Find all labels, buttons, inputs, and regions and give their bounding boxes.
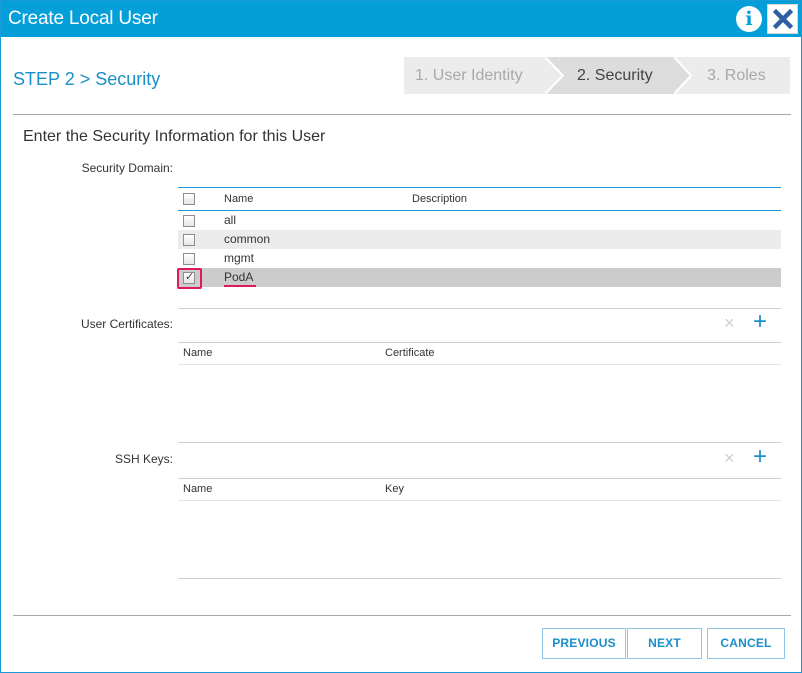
user-certificates-table-header: Name Certificate <box>178 342 781 365</box>
dialog-titlebar: Create Local User i <box>1 1 801 37</box>
dialog-title: Create Local User <box>8 8 158 29</box>
delete-certificate-icon[interactable]: × <box>724 313 735 334</box>
previous-button[interactable]: PREVIOUS <box>542 628 626 659</box>
wizard-steps: 1. User Identity 3. Roles 2. Security <box>404 57 790 94</box>
wizard-chevron-1 <box>545 57 565 94</box>
highlight-box <box>177 268 202 289</box>
section-heading: Enter the Security Information for this … <box>23 128 326 145</box>
wizard-step-security[interactable]: 2. Security <box>545 57 691 94</box>
column-header-description: Description <box>412 193 468 205</box>
step-title: STEP 2 > Security <box>13 69 161 89</box>
next-button[interactable]: NEXT <box>627 628 702 659</box>
wizard-step-user-identity[interactable]: 1. User Identity <box>404 57 554 94</box>
highlight-underline <box>224 285 256 287</box>
user-certificates-table: × + Name Certificate <box>178 308 781 443</box>
row-name: mgmt <box>224 251 254 265</box>
column-header-key: Key <box>385 483 404 495</box>
user-certificates-label: User Certificates: <box>80 317 173 331</box>
table-bottom-border <box>178 442 781 443</box>
table-row-selected[interactable]: PodA <box>178 268 781 287</box>
bottom-divider <box>13 615 791 616</box>
ssh-keys-toolbar: × + <box>178 443 781 478</box>
ssh-keys-label: SSH Keys: <box>114 452 173 466</box>
ssh-keys-table-header: Name Key <box>178 478 781 501</box>
column-header-name: Name <box>183 347 213 359</box>
row-checkbox[interactable] <box>183 215 195 227</box>
info-icon[interactable]: i <box>736 6 762 32</box>
security-domain-table-header: Name Description <box>178 187 781 211</box>
row-name: common <box>224 232 271 246</box>
table-row[interactable]: mgmt <box>178 249 781 268</box>
top-divider <box>13 114 791 115</box>
table-row[interactable]: common <box>178 230 781 249</box>
row-checkbox[interactable] <box>183 234 195 246</box>
add-certificate-icon[interactable]: + <box>753 308 767 336</box>
ssh-keys-table: × + Name Key <box>178 443 781 579</box>
row-checkbox[interactable] <box>183 253 195 265</box>
cancel-button[interactable]: CANCEL <box>707 628 785 659</box>
table-row[interactable]: all <box>178 211 781 230</box>
add-ssh-key-icon[interactable]: + <box>753 443 767 471</box>
table-bottom-border <box>178 578 781 579</box>
column-header-certificate: Certificate <box>385 347 435 359</box>
column-header-name: Name <box>183 483 213 495</box>
close-icon <box>773 9 793 29</box>
row-name: PodA <box>224 270 254 284</box>
user-certificates-toolbar: × + <box>178 308 781 342</box>
create-local-user-dialog: Create Local User i STEP 2 > Security 1.… <box>0 0 802 673</box>
security-domain-label: Security Domain: <box>81 161 173 175</box>
close-button[interactable] <box>767 4 798 34</box>
row-name: all <box>224 213 237 227</box>
column-header-name: Name <box>224 193 254 205</box>
select-all-checkbox[interactable] <box>183 193 195 205</box>
delete-ssh-key-icon[interactable]: × <box>724 448 735 469</box>
wizard-chevron-2 <box>674 57 693 94</box>
